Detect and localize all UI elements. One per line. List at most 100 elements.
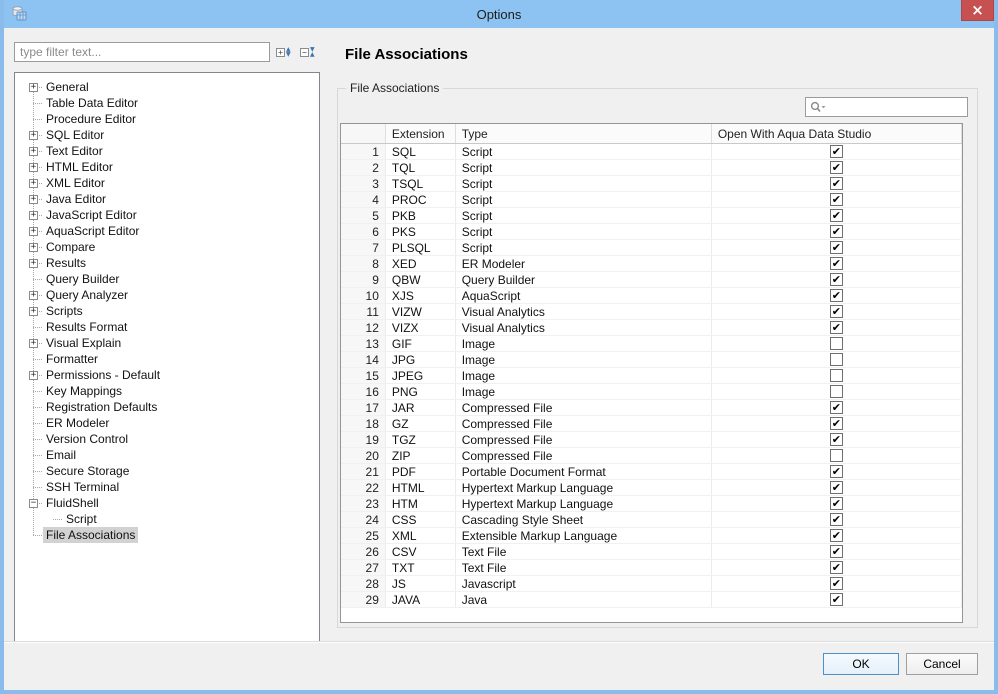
expand-all-button[interactable]: + ▲ ▼	[276, 43, 298, 61]
open-with-checkbox[interactable]: ✔	[829, 209, 843, 222]
expand-icon[interactable]: +	[29, 178, 38, 188]
table-row[interactable]: 6 PKS Script ✔	[341, 224, 962, 240]
sidebar-item-er-modeler[interactable]: ER Modeler	[15, 415, 319, 431]
expand-icon[interactable]: +	[29, 82, 38, 92]
sidebar-item-version-control[interactable]: Version Control	[15, 431, 319, 447]
sidebar-item-file-associations[interactable]: File Associations	[15, 527, 319, 543]
table-row[interactable]: 10 XJS AquaScript ✔	[341, 288, 962, 304]
table-row[interactable]: 4 PROC Script ✔	[341, 192, 962, 208]
table-row[interactable]: 13GIFImage ✔	[341, 336, 962, 352]
sidebar-item-scripts[interactable]: + Scripts	[15, 303, 319, 319]
expand-icon[interactable]: +	[29, 290, 38, 300]
sidebar-item-query-builder[interactable]: Query Builder	[15, 271, 319, 287]
expand-icon[interactable]: +	[29, 370, 38, 380]
sidebar-item-html-editor[interactable]: + HTML Editor	[15, 159, 319, 175]
expand-icon[interactable]: +	[29, 130, 38, 140]
open-with-checkbox[interactable]: ✔	[829, 449, 843, 462]
sidebar-item-formatter[interactable]: Formatter	[15, 351, 319, 367]
titlebar[interactable]: Options ×	[4, 0, 994, 28]
open-with-checkbox[interactable]: ✔	[829, 337, 843, 350]
sidebar-item-java-editor[interactable]: + Java Editor	[15, 191, 319, 207]
table-row[interactable]: 29 JAVA Java ✔	[341, 592, 962, 608]
close-icon[interactable]: ×	[961, 0, 994, 21]
open-with-checkbox[interactable]: ✔	[829, 241, 843, 254]
table-row[interactable]: 7 PLSQL Script ✔	[341, 240, 962, 256]
table-row[interactable]: 24 CSS Cascading Style Sheet ✔	[341, 512, 962, 528]
collapse-icon[interactable]: −	[29, 498, 38, 508]
expand-icon[interactable]: +	[29, 242, 38, 252]
search-icon[interactable]	[806, 98, 830, 116]
sidebar-item-registration-defaults[interactable]: Registration Defaults	[15, 399, 319, 415]
collapse-all-button[interactable]: − ▼ ▲	[300, 43, 322, 61]
sidebar-item-procedure-editor[interactable]: Procedure Editor	[15, 111, 319, 127]
open-with-checkbox[interactable]: ✔	[829, 161, 843, 174]
open-with-checkbox[interactable]: ✔	[829, 369, 843, 382]
table-row[interactable]: 9 QBW Query Builder ✔	[341, 272, 962, 288]
open-with-checkbox[interactable]: ✔	[829, 353, 843, 366]
expand-icon[interactable]: +	[29, 258, 38, 268]
open-with-checkbox[interactable]: ✔	[829, 593, 843, 606]
open-with-checkbox[interactable]: ✔	[829, 225, 843, 238]
expand-icon[interactable]: +	[29, 162, 38, 172]
open-with-checkbox[interactable]: ✔	[829, 417, 843, 430]
table-row[interactable]: 19 TGZ Compressed File ✔	[341, 432, 962, 448]
open-with-checkbox[interactable]: ✔	[829, 289, 843, 302]
open-with-checkbox[interactable]: ✔	[829, 305, 843, 318]
sidebar-item-permissions-default[interactable]: + Permissions - Default	[15, 367, 319, 383]
table-row[interactable]: 17 JAR Compressed File ✔	[341, 400, 962, 416]
sidebar-item-xml-editor[interactable]: + XML Editor	[15, 175, 319, 191]
open-with-checkbox[interactable]: ✔	[829, 145, 843, 158]
open-with-checkbox[interactable]: ✔	[829, 481, 843, 494]
open-with-checkbox[interactable]: ✔	[829, 545, 843, 558]
open-with-checkbox[interactable]: ✔	[829, 433, 843, 446]
open-with-checkbox[interactable]: ✔	[829, 177, 843, 190]
sidebar-item-visual-explain[interactable]: + Visual Explain	[15, 335, 319, 351]
sidebar-item-results[interactable]: + Results	[15, 255, 319, 271]
sidebar-item-ssh-terminal[interactable]: SSH Terminal	[15, 479, 319, 495]
open-with-checkbox[interactable]: ✔	[829, 577, 843, 590]
open-with-checkbox[interactable]: ✔	[829, 465, 843, 478]
table-row[interactable]: 5 PKB Script ✔	[341, 208, 962, 224]
table-row[interactable]: 23 HTM Hypertext Markup Language ✔	[341, 496, 962, 512]
table-row[interactable]: 20ZIPCompressed File ✔	[341, 448, 962, 464]
open-with-checkbox[interactable]: ✔	[829, 561, 843, 574]
sidebar-item-results-format[interactable]: Results Format	[15, 319, 319, 335]
table-row[interactable]: 26 CSV Text File ✔	[341, 544, 962, 560]
sidebar-item-key-mappings[interactable]: Key Mappings	[15, 383, 319, 399]
table-row[interactable]: 18 GZ Compressed File ✔	[341, 416, 962, 432]
sidebar-item-aquascript-editor[interactable]: + AquaScript Editor	[15, 223, 319, 239]
table-row[interactable]: 15JPEGImage ✔	[341, 368, 962, 384]
cancel-button[interactable]: Cancel	[906, 653, 978, 675]
expand-icon[interactable]: +	[29, 146, 38, 156]
expand-icon[interactable]: +	[29, 226, 38, 236]
ok-button[interactable]: OK	[823, 653, 899, 675]
table-row[interactable]: 21 PDF Portable Document Format ✔	[341, 464, 962, 480]
table-row[interactable]: 28 JS Javascript ✔	[341, 576, 962, 592]
sidebar-item-sql-editor[interactable]: + SQL Editor	[15, 127, 319, 143]
expand-icon[interactable]: +	[29, 194, 38, 204]
table-row[interactable]: 11 VIZW Visual Analytics ✔	[341, 304, 962, 320]
expand-icon[interactable]: +	[29, 338, 38, 348]
open-with-checkbox[interactable]: ✔	[829, 401, 843, 414]
sidebar-item-compare[interactable]: + Compare	[15, 239, 319, 255]
sidebar-item-email[interactable]: Email	[15, 447, 319, 463]
table-row[interactable]: 3 TSQL Script ✔	[341, 176, 962, 192]
filter-input[interactable]	[14, 42, 270, 62]
sidebar-item-general[interactable]: + General	[15, 79, 319, 95]
table-row[interactable]: 12 VIZX Visual Analytics ✔	[341, 320, 962, 336]
table-row[interactable]: 8 XED ER Modeler ✔	[341, 256, 962, 272]
table-row[interactable]: 27 TXT Text File ✔	[341, 560, 962, 576]
sidebar-item-secure-storage[interactable]: Secure Storage	[15, 463, 319, 479]
open-with-checkbox[interactable]: ✔	[829, 497, 843, 510]
table-row[interactable]: 1 SQL Script ✔	[341, 144, 962, 160]
expand-icon[interactable]: +	[29, 306, 38, 316]
sidebar-item-table-data-editor[interactable]: Table Data Editor	[15, 95, 319, 111]
open-with-checkbox[interactable]: ✔	[829, 257, 843, 270]
open-with-checkbox[interactable]: ✔	[829, 529, 843, 542]
sidebar-item-javascript-editor[interactable]: + JavaScript Editor	[15, 207, 319, 223]
table-row[interactable]: 25 XML Extensible Markup Language ✔	[341, 528, 962, 544]
open-with-checkbox[interactable]: ✔	[829, 385, 843, 398]
app-icon[interactable]	[10, 5, 28, 23]
sidebar-item-fluidshell[interactable]: − FluidShell	[15, 495, 319, 511]
sidebar-item-text-editor[interactable]: + Text Editor	[15, 143, 319, 159]
